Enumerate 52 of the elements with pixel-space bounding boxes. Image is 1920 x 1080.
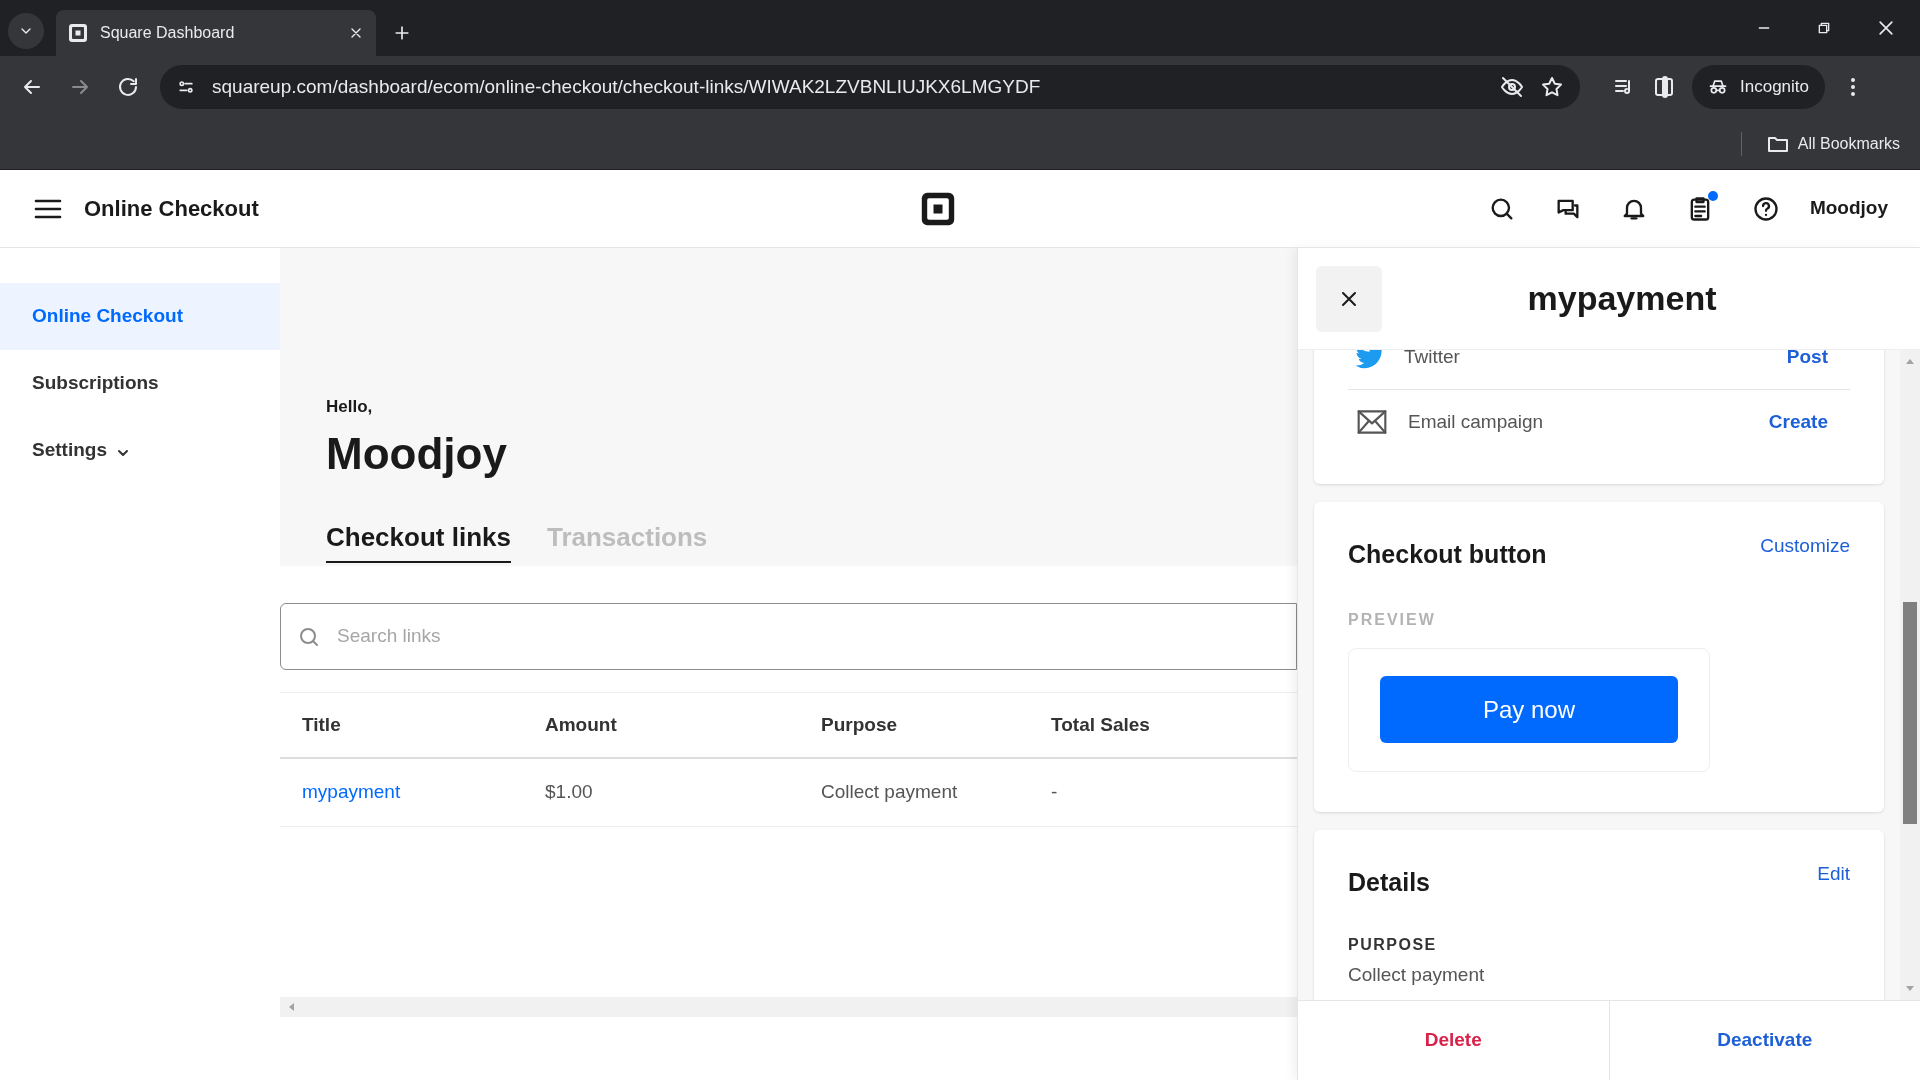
- column-header: Title: [301, 712, 342, 737]
- square-logo-icon: [68, 23, 88, 43]
- side-panel-icon[interactable]: [1652, 75, 1676, 99]
- column-header: Total Sales: [1051, 712, 1151, 737]
- column-header: Purpose: [821, 712, 899, 737]
- edit-link[interactable]: Edit: [1817, 859, 1850, 888]
- incognito-badge[interactable]: Incognito: [1692, 65, 1825, 109]
- search-field[interactable]: Search links: [280, 603, 1297, 670]
- url-text: squareup.com/dashboard/ecom/online-checkout/checkout-links/WIWAK2LZVBNLIUJKX6LMGYDF: [212, 74, 1042, 99]
- sidebar-item[interactable]: Online Checkout: [0, 283, 280, 350]
- card-heading: Checkout button: [1348, 539, 1547, 570]
- footer-button[interactable]: Delete: [1298, 1001, 1609, 1080]
- table-cell-text: $1.00: [545, 780, 594, 805]
- browser-tab[interactable]: Square Dashboard: [56, 10, 376, 56]
- pay-now-button[interactable]: Pay now: [1380, 676, 1678, 743]
- link-title[interactable]: mypayment: [302, 781, 401, 803]
- restore-icon[interactable]: [1816, 20, 1832, 36]
- user-heading: Moodjoy: [326, 427, 508, 480]
- scroll-thumb[interactable]: [1903, 602, 1917, 824]
- greeting: Hello,: [326, 396, 374, 418]
- tab-list-button[interactable]: [8, 13, 44, 49]
- close-icon[interactable]: [1876, 18, 1896, 38]
- page-title: Online Checkout: [84, 195, 259, 223]
- scrollbar[interactable]: [1900, 350, 1920, 1000]
- share-label: Twitter: [1404, 350, 1461, 370]
- table-cell-text: Collect payment: [821, 780, 959, 805]
- customize-link[interactable]: Customize: [1760, 532, 1850, 561]
- address-bar[interactable]: squareup.com/dashboard/ecom/online-checkout/checkout-links/WIWAK2LZVBNLIUJKX6LMGYDF: [160, 65, 1580, 109]
- reload-icon[interactable]: [116, 75, 140, 99]
- star-icon[interactable]: [1540, 75, 1564, 99]
- column-header: Amount: [545, 712, 618, 737]
- square-logo-icon[interactable]: [920, 190, 957, 227]
- share-action[interactable]: Create: [1768, 407, 1828, 437]
- section-label: PREVIEW: [1348, 609, 1437, 630]
- card-heading: Details: [1348, 866, 1430, 898]
- share-action[interactable]: Post: [1786, 350, 1828, 372]
- search-input[interactable]: Search links: [337, 622, 1280, 651]
- help-icon[interactable]: [1751, 194, 1780, 223]
- share-label: Email campaign: [1408, 409, 1545, 434]
- sidebar-item[interactable]: Subscriptions: [0, 350, 280, 417]
- tab-title: Square Dashboard: [100, 23, 236, 43]
- bookmarks-folder[interactable]: All Bookmarks: [1765, 131, 1900, 156]
- panel-title: mypayment: [1526, 278, 1718, 319]
- user-name[interactable]: Moodjoy: [1809, 194, 1888, 223]
- field-value: Collect payment: [1348, 963, 1486, 987]
- field-label: PURPOSE: [1348, 935, 1438, 955]
- footer-button[interactable]: Deactivate: [1608, 1001, 1920, 1080]
- incognito-icon: [1708, 77, 1728, 97]
- eye-off-icon[interactable]: [1500, 75, 1524, 99]
- sidebar-item[interactable]: Settings: [0, 417, 280, 484]
- table-cell-text: -: [1051, 780, 1059, 805]
- tab[interactable]: Checkout links: [326, 517, 511, 563]
